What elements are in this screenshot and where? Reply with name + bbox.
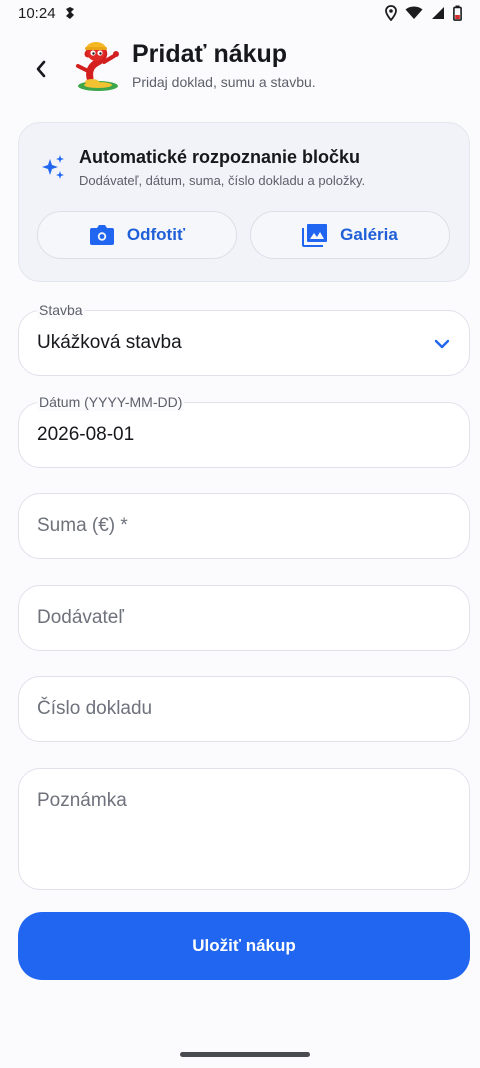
poznamka-field[interactable]: Poznámka [18,768,470,890]
status-time: 10:24 [18,4,56,22]
notification-icon [65,7,74,19]
suma-placeholder: Suma (€) * [37,515,128,536]
cislo-dokladu-placeholder: Číslo dokladu [37,698,153,719]
stavba-value: Ukážková stavba [37,332,182,353]
suma-field[interactable]: Suma (€) * [18,493,470,559]
save-purchase-button[interactable]: Uložiť nákup [18,912,470,980]
stavba-label: Stavba [37,301,85,319]
gallery-icon [302,224,328,247]
take-photo-button[interactable]: Odfotiť [37,211,237,259]
location-icon [385,5,397,21]
signal-icon [432,7,444,19]
receipt-scan-card: Automatické rozpoznanie bločku Dodávateľ… [18,122,470,282]
datum-label: Dátum (YYYY-MM-DD) [37,393,185,411]
mascot-logo [76,42,119,91]
datum-value: 2026-08-01 [37,424,135,445]
home-indicator[interactable] [180,1052,310,1057]
camera-icon [89,225,114,245]
gallery-button[interactable]: Galéria [250,211,450,259]
datum-field[interactable]: Dátum (YYYY-MM-DD) 2026-08-01 [18,393,470,468]
chevron-down-icon [434,339,450,349]
sparkle-icon [42,155,64,179]
save-purchase-label: Uložiť nákup [192,936,296,955]
status-bar: 10:24 [0,0,480,26]
poznamka-placeholder: Poznámka [37,790,127,811]
stavba-select[interactable]: Stavba Ukážková stavba [18,301,470,376]
app-header: Pridať nákup Pridaj doklad, sumu a stavb… [0,30,480,106]
battery-icon [453,5,462,21]
cislo-dokladu-field[interactable]: Číslo dokladu [18,676,470,742]
dodavatel-field[interactable]: Dodávateľ [18,585,470,651]
wifi-icon [405,6,423,19]
gallery-label: Galéria [340,225,398,244]
scan-card-title: Automatické rozpoznanie bločku [79,147,361,167]
take-photo-label: Odfotiť [126,225,186,244]
scan-card-subtitle: Dodávateľ, dátum, suma, číslo dokladu a … [79,173,366,188]
page-subtitle: Pridaj doklad, sumu a stavbu. [132,74,316,90]
dodavatel-placeholder: Dodávateľ [37,607,124,628]
page-title: Pridať nákup [132,40,288,68]
chevron-left-icon [36,60,46,78]
back-button[interactable] [24,52,58,86]
